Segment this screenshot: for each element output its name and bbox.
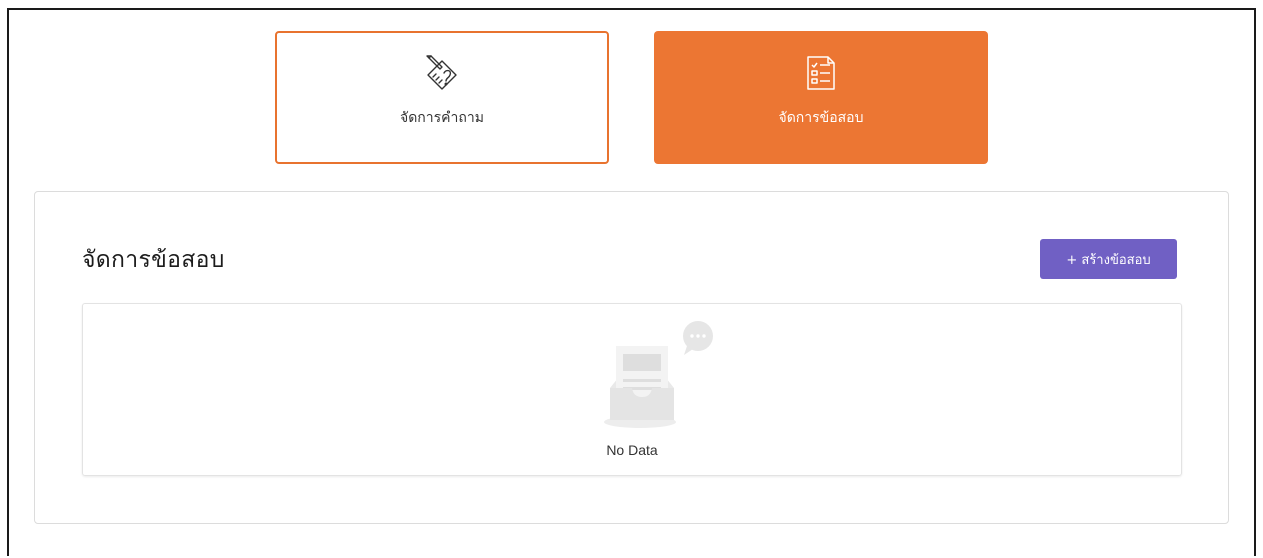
panel-title: จัดการข้อสอบ	[82, 247, 225, 273]
tab-manage-questions-label: จัดการคำถาม	[400, 110, 484, 126]
exam-list-empty-state: No Data	[82, 303, 1182, 476]
tab-manage-questions[interactable]: จัดการคำถาม	[275, 31, 609, 164]
pencil-paper-icon	[422, 53, 462, 93]
empty-state-text: No Data	[606, 442, 658, 458]
exam-management-panel: จัดการข้อสอบ + สร้างข้อสอบ No Data	[34, 191, 1229, 524]
empty-inbox-icon	[604, 321, 713, 428]
checklist-icon	[801, 53, 841, 93]
tab-manage-exams-label: จัดการข้อสอบ	[778, 110, 864, 126]
create-exam-button[interactable]: + สร้างข้อสอบ	[1040, 239, 1177, 279]
tab-manage-exams[interactable]: จัดการข้อสอบ	[654, 31, 988, 164]
